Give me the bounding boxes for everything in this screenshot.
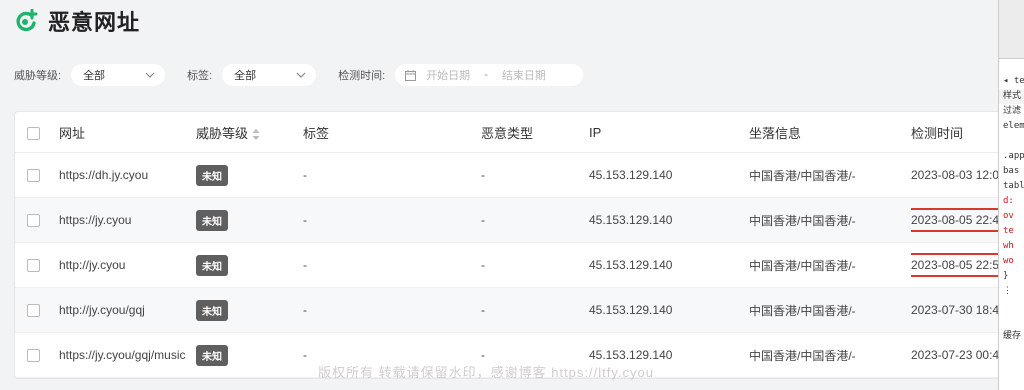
detection-time-cell: 2023-07-30 18:4... bbox=[911, 287, 1005, 333]
table-row[interactable]: http://jy.cyou 未知 - - 45.153.129.140 中国香… bbox=[15, 242, 1005, 288]
ip-cell: 45.153.129.140 bbox=[589, 152, 749, 198]
results-table-card: 网址 威胁等级 标签 恶意类型 IP 坐落信息 检测时间 https://dh.… bbox=[14, 111, 1006, 379]
watermark-text: 版权所有 转载请保留水印，感谢博客 https://ltfy.cyou bbox=[318, 365, 654, 380]
ip-cell: 45.153.129.140 bbox=[589, 287, 749, 333]
malicious-type-cell: - bbox=[481, 242, 589, 288]
devtools-line bbox=[999, 299, 1024, 314]
detection-time-cell: 2023-08-05 22:4... bbox=[911, 197, 1005, 243]
location-cell: 中国香港/中国香港/- bbox=[749, 287, 911, 333]
detection-time-cell: 2023-08-03 12:0... bbox=[911, 152, 1005, 198]
page-title: 恶意网址 bbox=[48, 10, 141, 35]
location-cell: 中国香港/中国香港/- bbox=[749, 197, 911, 243]
ip-cell: 45.153.129.140 bbox=[589, 197, 749, 243]
date-separator: - bbox=[484, 69, 488, 81]
column-header-location: 坐落信息 bbox=[749, 112, 911, 153]
detection-time-cell: 2023-07-23 00:4... bbox=[911, 332, 1005, 378]
location-cell: 中国香港/中国香港/- bbox=[749, 332, 911, 378]
table-row[interactable]: http://jy.cyou/gqj 未知 - - 45.153.129.140… bbox=[15, 287, 1005, 333]
devtools-line: 缓存 bbox=[1003, 331, 1022, 341]
malicious-type-cell: - bbox=[481, 197, 589, 243]
tag-label: 标签: bbox=[187, 70, 213, 82]
logo-icon bbox=[16, 9, 38, 32]
main-area: 恶意网址 威胁等级: 全部 标签: 全部 检测时间: 开始日期 - 结束日期 网… bbox=[0, 0, 1006, 390]
tag-value: 全部 bbox=[234, 70, 257, 82]
row-checkbox[interactable] bbox=[27, 349, 40, 363]
select-all-checkbox[interactable] bbox=[27, 126, 40, 140]
chevron-down-icon bbox=[145, 72, 155, 78]
results-table: 网址 威胁等级 标签 恶意类型 IP 坐落信息 检测时间 https://dh.… bbox=[15, 112, 1005, 378]
threat-level-value: 全部 bbox=[83, 70, 106, 82]
devtools-line: te bbox=[1003, 226, 1014, 236]
devtools-line: .app bbox=[1003, 151, 1024, 161]
column-header-malicious-type: 恶意类型 bbox=[481, 112, 589, 153]
devtools-line: wo bbox=[1003, 256, 1014, 266]
tag-cell: - bbox=[303, 197, 481, 243]
devtools-styles-tab[interactable]: 样式 bbox=[999, 89, 1024, 104]
tag-cell: - bbox=[303, 242, 481, 288]
chevron-down-icon bbox=[296, 72, 306, 78]
devtools-line: eleme bbox=[1003, 121, 1024, 131]
devtools-line bbox=[999, 314, 1024, 329]
threat-level-badge: 未知 bbox=[196, 254, 228, 276]
devtools-line[interactable]: ◂ te bbox=[999, 74, 1024, 89]
row-checkbox[interactable] bbox=[27, 214, 40, 228]
detection-time-label: 检测时间: bbox=[338, 70, 386, 82]
table-row[interactable]: https://jy.cyou 未知 - - 45.153.129.140 中国… bbox=[15, 197, 1005, 243]
start-date-input[interactable]: 开始日期 bbox=[426, 67, 470, 83]
malicious-type-cell: - bbox=[481, 287, 589, 333]
title-bar: 恶意网址 bbox=[14, 6, 140, 36]
highlighted-time: 2023-08-05 22:5... bbox=[911, 253, 1005, 277]
url-cell[interactable]: http://jy.cyou/gqj bbox=[59, 287, 196, 333]
devtools-filter-input[interactable]: 过滤 bbox=[999, 104, 1024, 119]
url-cell[interactable]: https://dh.jy.cyou bbox=[59, 152, 196, 198]
column-header-detection-time: 检测时间 bbox=[911, 112, 1005, 153]
malicious-type-cell: - bbox=[481, 152, 589, 198]
table-header-row: 网址 威胁等级 标签 恶意类型 IP 坐落信息 检测时间 bbox=[15, 112, 1005, 153]
url-cell[interactable]: https://jy.cyou/gqj/music bbox=[59, 332, 196, 378]
row-checkbox[interactable] bbox=[27, 169, 40, 183]
filter-bar: 威胁等级: 全部 标签: 全部 检测时间: 开始日期 - 结束日期 bbox=[14, 64, 584, 86]
tag-select[interactable]: 全部 bbox=[222, 64, 317, 86]
threat-level-badge: 未知 bbox=[196, 344, 228, 366]
threat-level-badge: 未知 bbox=[196, 299, 228, 321]
url-cell[interactable]: https://jy.cyou bbox=[59, 197, 196, 243]
threat-level-badge: 未知 bbox=[196, 164, 228, 186]
location-cell: 中国香港/中国香港/- bbox=[749, 152, 911, 198]
devtools-line: d: bbox=[1003, 196, 1014, 206]
tag-cell: - bbox=[303, 287, 481, 333]
detection-time-cell: 2023-08-05 22:5... bbox=[911, 242, 1005, 288]
devtools-line: } bbox=[1003, 271, 1009, 281]
column-header-tag: 标签 bbox=[303, 112, 481, 153]
devtools-toolbar bbox=[999, 0, 1024, 59]
url-cell[interactable]: http://jy.cyou bbox=[59, 242, 196, 288]
row-checkbox[interactable] bbox=[27, 304, 40, 318]
threat-level-badge: 未知 bbox=[196, 209, 228, 231]
devtools-panel: ◂ te 样式 过滤 eleme .app bas table d: ov te… bbox=[998, 0, 1024, 390]
row-checkbox[interactable] bbox=[27, 259, 40, 273]
date-range-picker[interactable]: 开始日期 - 结束日期 bbox=[395, 64, 584, 86]
calendar-icon bbox=[405, 69, 417, 81]
highlighted-time: 2023-08-05 22:4... bbox=[911, 208, 1005, 232]
devtools-line: bas bbox=[1003, 166, 1020, 176]
sort-icon[interactable] bbox=[252, 128, 260, 140]
devtools-line bbox=[999, 134, 1024, 149]
devtools-line: wh bbox=[1003, 241, 1014, 251]
devtools-more-icon[interactable]: ⋮ bbox=[999, 284, 1024, 299]
devtools-line: ov bbox=[1003, 211, 1014, 221]
end-date-input[interactable]: 结束日期 bbox=[502, 67, 546, 83]
threat-level-select[interactable]: 全部 bbox=[71, 64, 166, 86]
devtools-line: table bbox=[1003, 181, 1024, 191]
ip-cell: 45.153.129.140 bbox=[589, 242, 749, 288]
column-header-threat-level-label: 威胁等级 bbox=[196, 125, 249, 141]
tag-cell: - bbox=[303, 152, 481, 198]
column-header-threat-level[interactable]: 威胁等级 bbox=[196, 112, 303, 153]
location-cell: 中国香港/中国香港/- bbox=[749, 242, 911, 288]
devtools-line bbox=[999, 59, 1024, 74]
column-header-ip: IP bbox=[589, 112, 749, 153]
column-header-url: 网址 bbox=[59, 112, 196, 153]
threat-level-label: 威胁等级: bbox=[14, 70, 62, 82]
table-row[interactable]: https://dh.jy.cyou 未知 - - 45.153.129.140… bbox=[15, 152, 1005, 198]
